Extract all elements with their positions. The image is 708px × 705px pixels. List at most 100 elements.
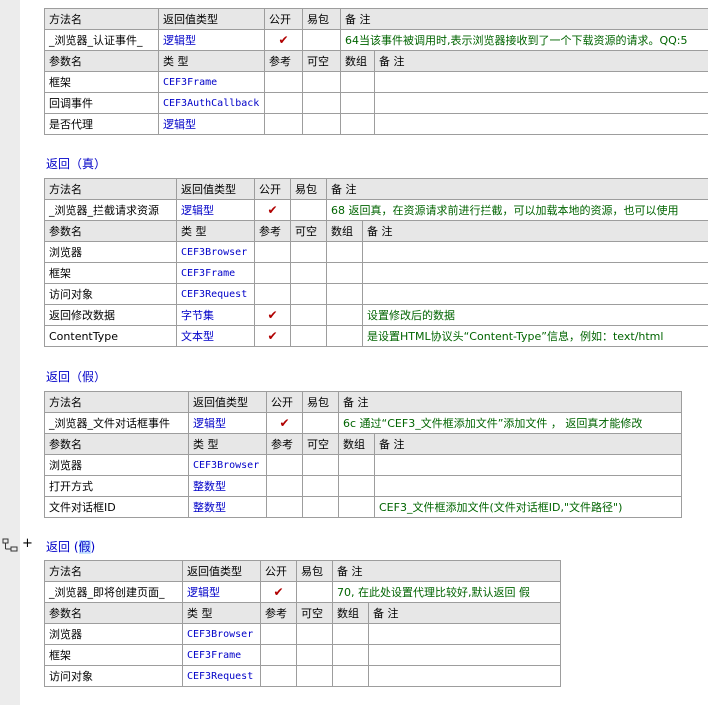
param-row[interactable]: 访问对象 CEF3Request xyxy=(44,283,708,305)
param-row[interactable]: 浏览器 CEF3Browser xyxy=(44,623,561,645)
method-row[interactable]: _浏览器_文件对话框事件 逻辑型 ✔ 6c 通过“CEF3_文件框添加文件”添加… xyxy=(44,412,682,434)
header-return-type: 返回值类型 xyxy=(182,560,261,582)
param-type[interactable]: CEF3Frame xyxy=(182,644,261,666)
public-check-icon[interactable]: ✔ xyxy=(266,412,303,434)
header-method-name: 方法名 xyxy=(44,8,159,30)
return-statement[interactable]: 返回（假） xyxy=(46,368,106,385)
param-name[interactable]: 文件对话框ID xyxy=(44,496,189,518)
method-note[interactable]: 64当该事件被调用时,表示浏览器接收到了一个下载资源的请求。QQ:5 xyxy=(340,29,708,51)
method-name[interactable]: _浏览器_拦截请求资源 xyxy=(44,199,177,221)
header-method-name: 方法名 xyxy=(44,560,183,582)
param-note[interactable]: CEF3_文件框添加文件(文件对话框ID,"文件路径") xyxy=(374,496,682,518)
return-statement[interactable]: 返回（真） xyxy=(46,155,106,172)
method-table-file-dialog: 方法名 返回值类型 公开 易包 备 注 _浏览器_文件对话框事件 逻辑型 ✔ 6… xyxy=(44,391,682,434)
param-name[interactable]: ContentType xyxy=(44,325,177,347)
method-table-create-page: 方法名 返回值类型 公开 易包 备 注 _浏览器_即将创建页面_ 逻辑型 ✔ 7… xyxy=(44,560,561,603)
param-type[interactable]: CEF3Browser xyxy=(182,623,261,645)
method-easy-package[interactable] xyxy=(302,29,341,51)
line-marker[interactable]: + xyxy=(2,536,33,555)
param-type[interactable]: CEF3Request xyxy=(182,665,261,687)
param-row[interactable]: 返回修改数据 字节集 ✔ 设置修改后的数据 xyxy=(44,304,708,326)
param-row[interactable]: 是否代理 逻辑型 xyxy=(44,113,708,135)
header-param-array: 数组 xyxy=(326,220,363,242)
header-note: 备 注 xyxy=(332,560,561,582)
ref-check-icon[interactable]: ✔ xyxy=(254,304,291,326)
header-param-note: 备 注 xyxy=(374,433,682,455)
method-easy-package[interactable] xyxy=(290,199,327,221)
return-statement[interactable]: 返回 (假) xyxy=(46,538,95,555)
param-name[interactable]: 浏览器 xyxy=(44,241,177,263)
header-method-name: 方法名 xyxy=(44,178,177,200)
param-name[interactable]: 浏览器 xyxy=(44,623,183,645)
param-row[interactable]: 浏览器 CEF3Browser xyxy=(44,241,708,263)
method-note[interactable]: 70, 在此处设置代理比较好,默认返回 假 xyxy=(332,581,561,603)
param-row[interactable]: ContentType 文本型 ✔ 是设置HTML协议头“Content-Typ… xyxy=(44,325,708,347)
param-row[interactable]: 回调事件 CEF3AuthCallback xyxy=(44,92,708,114)
tree-expand-icon[interactable] xyxy=(2,538,20,552)
param-table-file-dialog: 参数名 类 型 参考 可空 数组 备 注 浏览器 CEF3Browser 打开方… xyxy=(44,433,682,518)
param-type[interactable]: 逻辑型 xyxy=(158,113,265,135)
param-row[interactable]: 打开方式 整数型 xyxy=(44,475,682,497)
param-note[interactable]: 是设置HTML协议头“Content-Type”信息，例如：text/html xyxy=(362,325,708,347)
method-name[interactable]: _浏览器_即将创建页面_ xyxy=(44,581,183,603)
param-type[interactable]: CEF3Request xyxy=(176,283,255,305)
param-name[interactable]: 回调事件 xyxy=(44,92,159,114)
header-return-type: 返回值类型 xyxy=(158,8,265,30)
public-check-icon[interactable]: ✔ xyxy=(260,581,297,603)
header-method-name: 方法名 xyxy=(44,391,189,413)
method-row[interactable]: _浏览器_认证事件_ 逻辑型 ✔ 64当该事件被调用时,表示浏览器接收到了一个下… xyxy=(44,29,708,51)
return-value-highlight[interactable]: 假 xyxy=(78,540,91,554)
header-public: 公开 xyxy=(264,8,303,30)
param-row[interactable]: 浏览器 CEF3Browser xyxy=(44,454,682,476)
public-check-icon[interactable]: ✔ xyxy=(254,199,291,221)
param-row[interactable]: 文件对话框ID 整数型 CEF3_文件框添加文件(文件对话框ID,"文件路径") xyxy=(44,496,682,518)
return-label: 返回 ( xyxy=(46,540,79,554)
header-public: 公开 xyxy=(260,560,297,582)
param-type[interactable]: 整数型 xyxy=(188,475,267,497)
header-param-name: 参数名 xyxy=(44,433,189,455)
param-name[interactable]: 访问对象 xyxy=(44,665,183,687)
param-name[interactable]: 打开方式 xyxy=(44,475,189,497)
method-return-type[interactable]: 逻辑型 xyxy=(182,581,261,603)
ref-check-icon[interactable]: ✔ xyxy=(254,325,291,347)
method-name[interactable]: _浏览器_认证事件_ xyxy=(44,29,159,51)
header-param-nullable: 可空 xyxy=(296,602,333,624)
param-type[interactable]: 文本型 xyxy=(176,325,255,347)
header-easy-package: 易包 xyxy=(302,8,341,30)
param-name[interactable]: 框架 xyxy=(44,262,177,284)
param-type[interactable]: CEF3AuthCallback xyxy=(158,92,265,114)
param-name[interactable]: 框架 xyxy=(44,71,159,93)
header-param-type: 类 型 xyxy=(188,433,267,455)
param-row[interactable]: 框架 CEF3Frame xyxy=(44,262,708,284)
param-type[interactable]: CEF3Frame xyxy=(176,262,255,284)
method-return-type[interactable]: 逻辑型 xyxy=(188,412,267,434)
add-line-icon[interactable]: + xyxy=(22,536,33,551)
param-note[interactable]: 设置修改后的数据 xyxy=(362,304,708,326)
param-type[interactable]: 字节集 xyxy=(176,304,255,326)
param-row[interactable]: 框架 CEF3Frame xyxy=(44,71,708,93)
method-row[interactable]: _浏览器_拦截请求资源 逻辑型 ✔ 68 返回真，在资源请求前进行拦截，可以加载… xyxy=(44,199,708,221)
method-easy-package[interactable] xyxy=(296,581,333,603)
method-return-type[interactable]: 逻辑型 xyxy=(176,199,255,221)
param-name[interactable]: 浏览器 xyxy=(44,454,189,476)
param-name[interactable]: 访问对象 xyxy=(44,283,177,305)
param-name[interactable]: 是否代理 xyxy=(44,113,159,135)
param-row[interactable]: 访问对象 CEF3Request xyxy=(44,665,561,687)
param-name[interactable]: 框架 xyxy=(44,644,183,666)
method-note[interactable]: 68 返回真，在资源请求前进行拦截，可以加载本地的资源，也可以使用 xyxy=(326,199,708,221)
header-param-nullable: 可空 xyxy=(302,433,339,455)
param-type[interactable]: CEF3Frame xyxy=(158,71,265,93)
method-row[interactable]: _浏览器_即将创建页面_ 逻辑型 ✔ 70, 在此处设置代理比较好,默认返回 假 xyxy=(44,581,561,603)
param-type[interactable]: CEF3Browser xyxy=(188,454,267,476)
public-check-icon[interactable]: ✔ xyxy=(264,29,303,51)
method-note[interactable]: 6c 通过“CEF3_文件框添加文件”添加文件 ， 返回真才能修改 xyxy=(338,412,682,434)
header-return-type: 返回值类型 xyxy=(188,391,267,413)
param-row[interactable]: 框架 CEF3Frame xyxy=(44,644,561,666)
method-easy-package[interactable] xyxy=(302,412,339,434)
header-easy-package: 易包 xyxy=(296,560,333,582)
method-name[interactable]: _浏览器_文件对话框事件 xyxy=(44,412,189,434)
param-name[interactable]: 返回修改数据 xyxy=(44,304,177,326)
param-type[interactable]: 整数型 xyxy=(188,496,267,518)
param-type[interactable]: CEF3Browser xyxy=(176,241,255,263)
method-return-type[interactable]: 逻辑型 xyxy=(158,29,265,51)
